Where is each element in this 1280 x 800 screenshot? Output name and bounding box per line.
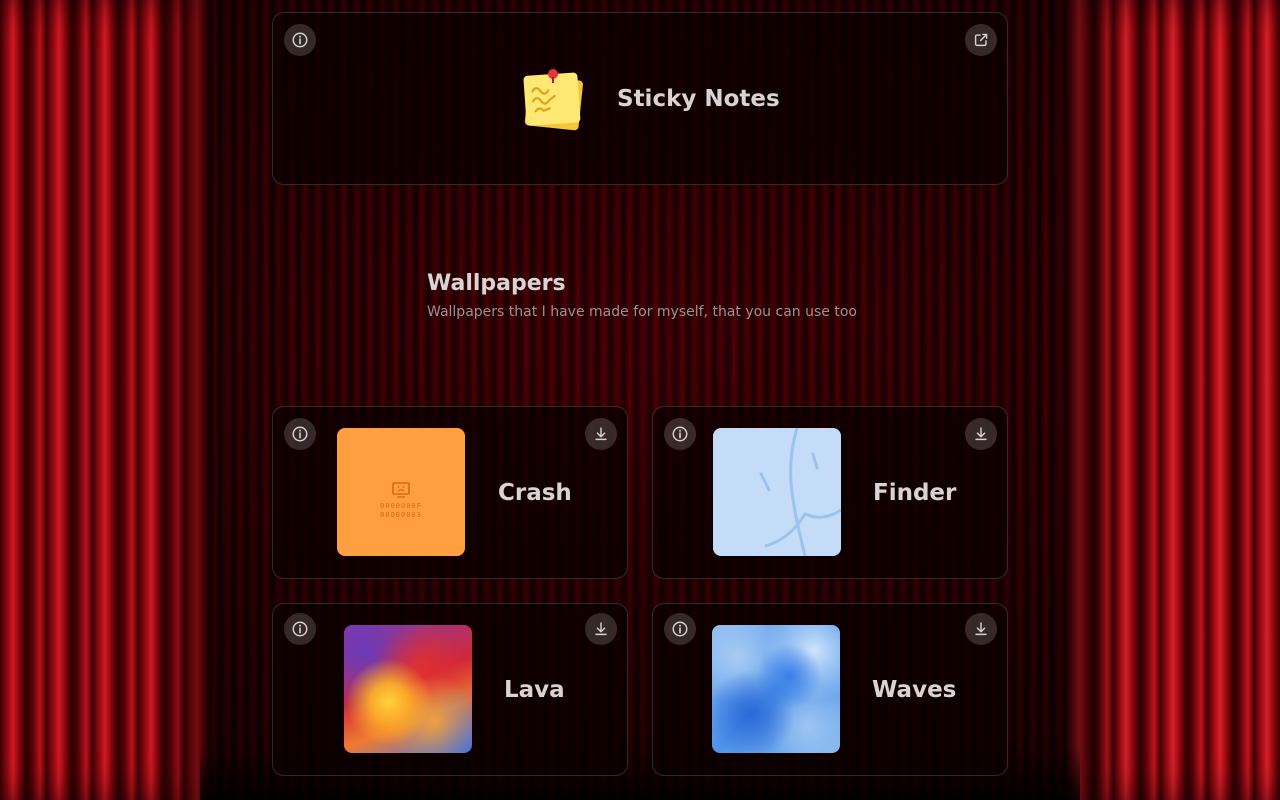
info-icon — [672, 621, 688, 637]
download-icon — [975, 427, 987, 441]
finder-face-icon — [759, 428, 841, 556]
info-button[interactable] — [284, 24, 316, 56]
wallpaper-name: Lava — [504, 677, 565, 703]
info-button[interactable] — [284, 613, 316, 645]
download-icon — [595, 622, 607, 636]
external-link-icon — [974, 33, 988, 47]
wallpaper-card-crash[interactable]: 0000000F 00000003 Crash — [272, 406, 628, 579]
wallpaper-name: Waves — [872, 677, 957, 703]
info-icon — [672, 426, 688, 442]
wallpaper-card-waves[interactable]: Waves — [652, 603, 1008, 776]
info-icon — [292, 621, 308, 637]
finder-thumbnail — [713, 428, 841, 556]
wallpaper-name: Finder — [873, 480, 957, 506]
info-button[interactable] — [284, 418, 316, 450]
download-button[interactable] — [965, 418, 997, 450]
right-curtain — [1066, 0, 1280, 800]
info-button[interactable] — [664, 613, 696, 645]
info-icon — [292, 426, 308, 442]
sticky-notes-title: Sticky Notes — [617, 86, 780, 112]
lava-thumbnail — [344, 625, 472, 753]
download-icon — [595, 427, 607, 441]
download-button[interactable] — [965, 613, 997, 645]
download-button[interactable] — [585, 418, 617, 450]
download-icon — [975, 622, 987, 636]
crash-code-line-2: 00000003 — [380, 511, 422, 519]
sad-computer-icon — [392, 482, 410, 498]
crash-code-line-1: 0000000F — [380, 502, 422, 510]
sticky-notes-card[interactable]: Sticky Notes — [272, 12, 1008, 185]
left-curtain — [0, 0, 214, 800]
info-button[interactable] — [664, 418, 696, 450]
waves-thumbnail — [712, 625, 840, 753]
info-icon — [292, 32, 308, 48]
open-external-button[interactable] — [965, 24, 997, 56]
section-subtitle: Wallpapers that I have made for myself, … — [427, 304, 857, 320]
wallpaper-card-lava[interactable]: Lava — [272, 603, 628, 776]
wallpaper-name: Crash — [498, 480, 572, 506]
section-title: Wallpapers — [427, 271, 566, 296]
download-button[interactable] — [585, 613, 617, 645]
crash-thumbnail: 0000000F 00000003 — [337, 428, 465, 556]
sticky-notes-app-icon — [521, 68, 587, 132]
wallpaper-card-finder[interactable]: Finder — [652, 406, 1008, 579]
